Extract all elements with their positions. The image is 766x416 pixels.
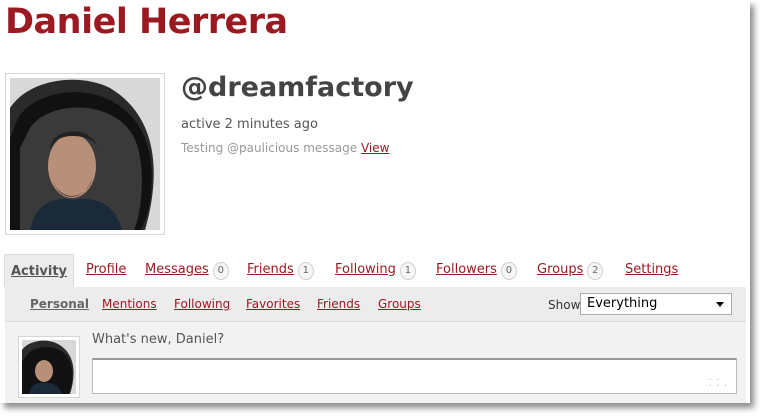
status-view-link[interactable]: View	[361, 141, 389, 155]
followers-count-badge: 0	[500, 262, 517, 280]
subnav-favorites[interactable]: Favorites	[246, 297, 300, 311]
tab-activity-label: Activity	[10, 264, 68, 279]
display-name: Daniel Herrera	[5, 2, 288, 42]
tab-followers-label: Followers	[436, 262, 497, 277]
tab-profile[interactable]: Profile	[86, 262, 126, 277]
tab-messages[interactable]: Messages 0	[145, 262, 229, 280]
tab-settings[interactable]: Settings	[625, 262, 678, 277]
resize-grip-icon[interactable]: . .. . .	[709, 374, 728, 389]
tab-friends-label: Friends	[247, 262, 294, 277]
show-filter-label: Show:	[548, 298, 584, 312]
profile-page: Daniel Herrera @dreamfactory active 2 mi…	[0, 0, 750, 403]
subnav-mentions[interactable]: Mentions	[102, 297, 157, 311]
latest-status: Testing @paulicious message View	[181, 141, 389, 155]
tab-following[interactable]: Following 1	[335, 262, 416, 280]
tab-friends[interactable]: Friends 1	[247, 262, 314, 280]
tab-profile-label: Profile	[86, 262, 127, 277]
tab-messages-label: Messages	[145, 262, 209, 277]
subnav-friends[interactable]: Friends	[317, 297, 360, 311]
activity-filter-value: Everything	[587, 296, 658, 311]
subnav-groups[interactable]: Groups	[378, 297, 421, 311]
profile-handle: @dreamfactory	[181, 72, 414, 103]
subnav-following[interactable]: Following	[174, 297, 230, 311]
avatar-thumbnail	[22, 340, 76, 394]
whats-new-textarea[interactable]: . .. . .	[92, 358, 737, 394]
last-active-text: active 2 minutes ago	[181, 117, 318, 132]
tab-following-label: Following	[335, 262, 396, 277]
avatar-photo	[10, 78, 160, 230]
dropdown-arrow-icon	[716, 302, 724, 307]
friends-count-badge: 1	[297, 262, 314, 280]
groups-count-badge: 2	[587, 262, 604, 280]
current-user-avatar[interactable]	[18, 336, 80, 398]
tab-groups[interactable]: Groups 2	[537, 262, 604, 280]
tab-activity[interactable]: Activity	[4, 254, 74, 287]
profile-avatar[interactable]	[5, 73, 165, 235]
activity-filter-select[interactable]: Everything	[580, 293, 732, 315]
messages-count-badge: 0	[212, 262, 229, 280]
tab-followers[interactable]: Followers 0	[436, 262, 517, 280]
following-count-badge: 1	[399, 262, 416, 280]
subnav-personal[interactable]: Personal	[30, 297, 89, 311]
tab-settings-label: Settings	[625, 262, 679, 277]
status-text: Testing @paulicious message	[181, 141, 358, 155]
whats-new-label: What's new, Daniel?	[92, 332, 225, 347]
activity-subnav: Personal Mentions Following Favorites Fr…	[5, 287, 746, 322]
tab-groups-label: Groups	[537, 262, 584, 277]
